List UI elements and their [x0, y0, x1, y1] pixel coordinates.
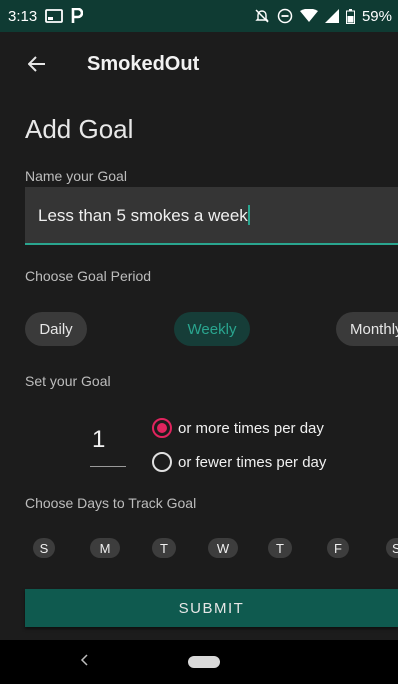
- page-title: Add Goal: [25, 114, 134, 144]
- status-bar: 3:13 59%: [0, 0, 398, 32]
- back-button[interactable]: [17, 44, 57, 84]
- goal-name-label: Name your Goal: [25, 168, 127, 184]
- app-title: SmokedOut: [87, 52, 200, 75]
- do-not-disturb-icon: [277, 8, 293, 24]
- goal-name-value: Less than 5 smokes a week: [38, 206, 248, 225]
- radio-button-unchecked[interactable]: [152, 452, 172, 472]
- screen: 3:13 59% SmokedOut Add Goal Name your Go…: [0, 0, 398, 684]
- battery-percent: 59%: [361, 7, 392, 25]
- arrow-left-icon: [28, 56, 45, 72]
- battery-icon: [345, 8, 355, 24]
- radio-more-times-label: or more times per day: [178, 419, 324, 437]
- day-chip-wednesday[interactable]: W: [208, 538, 238, 558]
- goal-name-input[interactable]: Less than 5 smokes a week: [25, 187, 398, 245]
- radio-fewer-times[interactable]: or fewer times per day: [152, 452, 326, 472]
- nav-home-pill-icon[interactable]: [188, 656, 220, 668]
- day-chip-friday[interactable]: F: [327, 538, 349, 558]
- no-alarm-icon: [254, 8, 270, 24]
- nav-back-icon[interactable]: [78, 650, 90, 670]
- app-bar: SmokedOut: [0, 32, 398, 96]
- period-chip-monthly[interactable]: Monthly: [336, 312, 398, 346]
- goal-count-input[interactable]: 1: [90, 420, 126, 468]
- wifi-icon: [299, 9, 318, 23]
- cast-icon: [45, 9, 64, 23]
- day-chip-saturday[interactable]: S: [386, 538, 398, 558]
- goal-count-value: 1: [92, 426, 106, 453]
- day-chip-monday[interactable]: M: [90, 538, 120, 558]
- period-chip-weekly[interactable]: Weekly: [174, 312, 250, 346]
- goal-period-label: Choose Goal Period: [25, 268, 152, 284]
- radio-more-times[interactable]: or more times per day: [152, 418, 324, 438]
- status-time: 3:13: [8, 7, 38, 25]
- submit-button[interactable]: SUBMIT: [25, 589, 398, 627]
- track-days-label: Choose Days to Track Goal: [25, 495, 197, 511]
- period-chip-daily[interactable]: Daily: [25, 312, 87, 346]
- parking-icon: [71, 8, 84, 24]
- signal-icon: [324, 9, 339, 23]
- day-chip-sunday[interactable]: S: [33, 538, 55, 558]
- goal-count-underline: [90, 466, 126, 467]
- radio-fewer-times-label: or fewer times per day: [178, 453, 327, 471]
- set-goal-label: Set your Goal: [25, 373, 111, 389]
- day-chip-thursday[interactable]: T: [268, 538, 292, 558]
- day-chip-tuesday[interactable]: T: [152, 538, 176, 558]
- radio-button-checked[interactable]: [152, 418, 172, 438]
- text-caret: [247, 205, 250, 225]
